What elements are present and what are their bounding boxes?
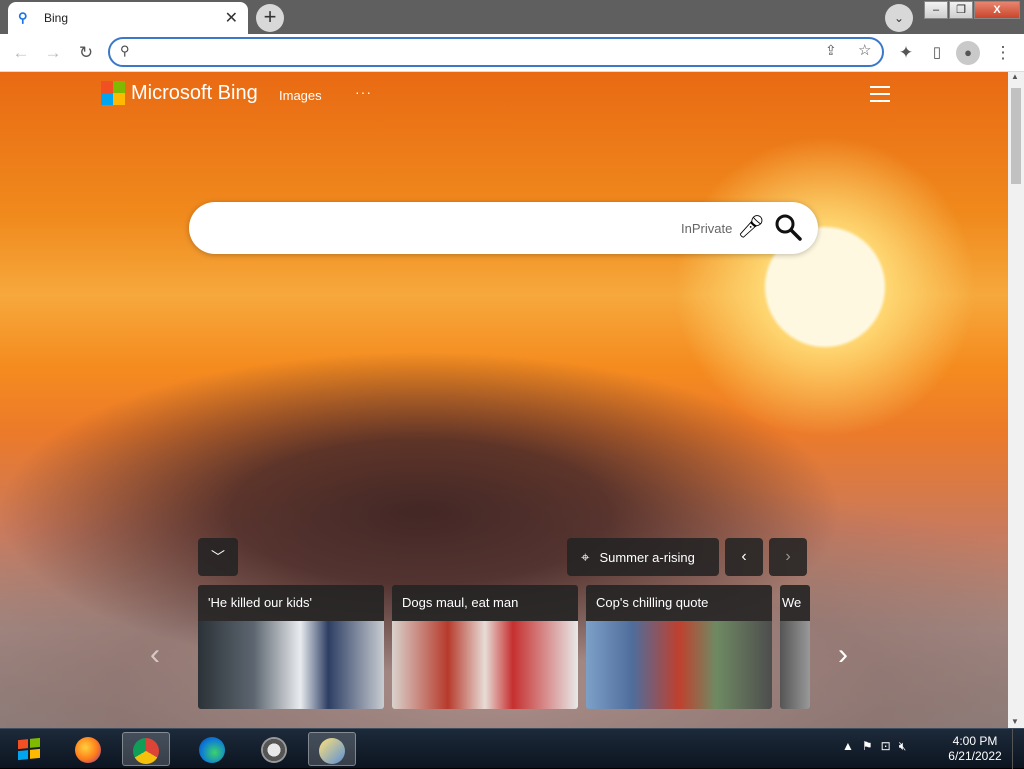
network-icon[interactable]: ⊡ [881, 739, 891, 754]
windows-logo-icon [18, 737, 40, 761]
edge-icon[interactable] [188, 732, 236, 766]
window-close-button[interactable]: X [974, 1, 1020, 19]
news-card-caption: 'He killed our kids' [198, 585, 384, 621]
image-location-label: Summer a-rising [599, 549, 695, 565]
bing-search-favicon-icon: ⚲ [18, 10, 28, 25]
tab-search-chevron-icon[interactable]: ⌄ [885, 4, 913, 32]
extensions-puzzle-icon[interactable]: ✦ [893, 40, 919, 66]
browser-menu-icon[interactable]: ⋮ [990, 40, 1016, 66]
location-pin-icon: ⌖ [581, 548, 590, 566]
taskbar-clock[interactable]: 4:00 PM 6/21/2022 [944, 734, 1006, 764]
hamburger-menu-icon[interactable] [870, 86, 890, 102]
system-tray: ▲ ⚑ ⊡ 🔇︎ [842, 739, 906, 754]
tab-bing[interactable]: ⚲ Bing ✕ [8, 2, 248, 34]
messaging-app-icon[interactable] [308, 732, 356, 766]
bookmark-star-icon[interactable]: ☆ [858, 41, 871, 59]
scroll-down-arrow-icon[interactable]: ▼ [1011, 717, 1019, 726]
action-center-flag-icon[interactable]: ⚑ [862, 739, 873, 754]
bing-logo[interactable]: Microsoft Bing [101, 81, 258, 105]
tab-title: Bing [44, 11, 69, 25]
next-image-chevron-icon[interactable]: › [769, 538, 807, 576]
reload-icon[interactable]: ↻ [73, 40, 99, 66]
previous-image-chevron-icon[interactable]: ‹ [725, 538, 763, 576]
browser-toolbar: ← → ↻ ⚲ ⇪ ☆ ✦ ▯ ● ⋮ [0, 34, 1024, 72]
collapse-chevron-icon[interactable]: ﹀ [198, 538, 238, 576]
scroll-up-arrow-icon[interactable]: ▲ [1011, 72, 1019, 81]
news-card-thumbnail [392, 621, 578, 709]
news-card[interactable]: We [780, 585, 810, 709]
address-input[interactable] [142, 43, 802, 63]
windows-taskbar: ▲ ⚑ ⊡ 🔇︎ 4:00 PM 6/21/2022 [0, 728, 1024, 769]
chrome-icon[interactable] [122, 732, 170, 766]
nav-images-link[interactable]: Images [279, 88, 322, 103]
news-card-caption: We [780, 585, 810, 621]
browser-tab-strip: ⚲ Bing ✕ + ⌄ – ❐ X [0, 0, 1024, 34]
share-icon[interactable]: ⇪ [825, 42, 837, 59]
search-icon[interactable] [773, 212, 803, 242]
news-card[interactable]: 'He killed our kids' [198, 585, 384, 709]
show-desktop-button[interactable] [1012, 729, 1024, 769]
carousel-right-chevron-icon[interactable]: › [838, 638, 848, 672]
page-scrollbar[interactable]: ▲ ▼ [1008, 72, 1024, 728]
image-location-button[interactable]: ⌖ Summer a-rising [567, 538, 719, 576]
address-bar[interactable]: ⚲ ⇪ ☆ [108, 37, 884, 67]
microsoft-logo-icon [101, 81, 125, 105]
bing-search-box[interactable]: InPrivate 🎤︎ [189, 202, 818, 254]
new-tab-button[interactable]: + [256, 4, 284, 32]
search-icon: ⚲ [120, 43, 130, 58]
scrollbar-thumb[interactable] [1011, 88, 1021, 184]
window-minimize-button[interactable]: – [924, 1, 948, 19]
nav-more-icon[interactable]: ··· [355, 84, 372, 100]
carousel-left-chevron-icon[interactable]: ‹ [150, 638, 160, 672]
inprivate-label[interactable]: InPrivate [681, 221, 732, 236]
bing-homepage: Microsoft Bing Images ··· InPrivate 🎤︎ ﹀… [0, 72, 1008, 728]
window-restore-button[interactable]: ❐ [949, 1, 973, 19]
news-card-caption: Cop's chilling quote [586, 585, 772, 621]
raccoon-app-icon[interactable] [250, 732, 298, 766]
clock-time: 4:00 PM [952, 734, 998, 748]
microphone-icon[interactable]: 🎤︎ [737, 214, 765, 240]
news-card-thumbnail [780, 621, 810, 709]
news-card-thumbnail [198, 621, 384, 709]
brand-name: Microsoft Bing [131, 81, 258, 104]
show-hidden-icons-icon[interactable]: ▲ [842, 739, 854, 754]
side-panel-icon[interactable]: ▯ [924, 40, 950, 66]
news-card[interactable]: Dogs maul, eat man [392, 585, 578, 709]
tab-close-icon[interactable]: ✕ [225, 8, 238, 28]
news-card-caption: Dogs maul, eat man [392, 585, 578, 621]
back-arrow-icon[interactable]: ← [8, 40, 34, 66]
profile-avatar-icon[interactable]: ● [956, 41, 980, 65]
volume-muted-icon[interactable]: 🔇︎ [899, 739, 907, 754]
forward-arrow-icon[interactable]: → [40, 40, 66, 66]
news-card-thumbnail [586, 621, 772, 709]
start-button[interactable] [4, 730, 52, 768]
clock-date: 6/21/2022 [948, 749, 1002, 763]
firefox-icon[interactable] [64, 732, 112, 766]
news-card[interactable]: Cop's chilling quote [586, 585, 772, 709]
